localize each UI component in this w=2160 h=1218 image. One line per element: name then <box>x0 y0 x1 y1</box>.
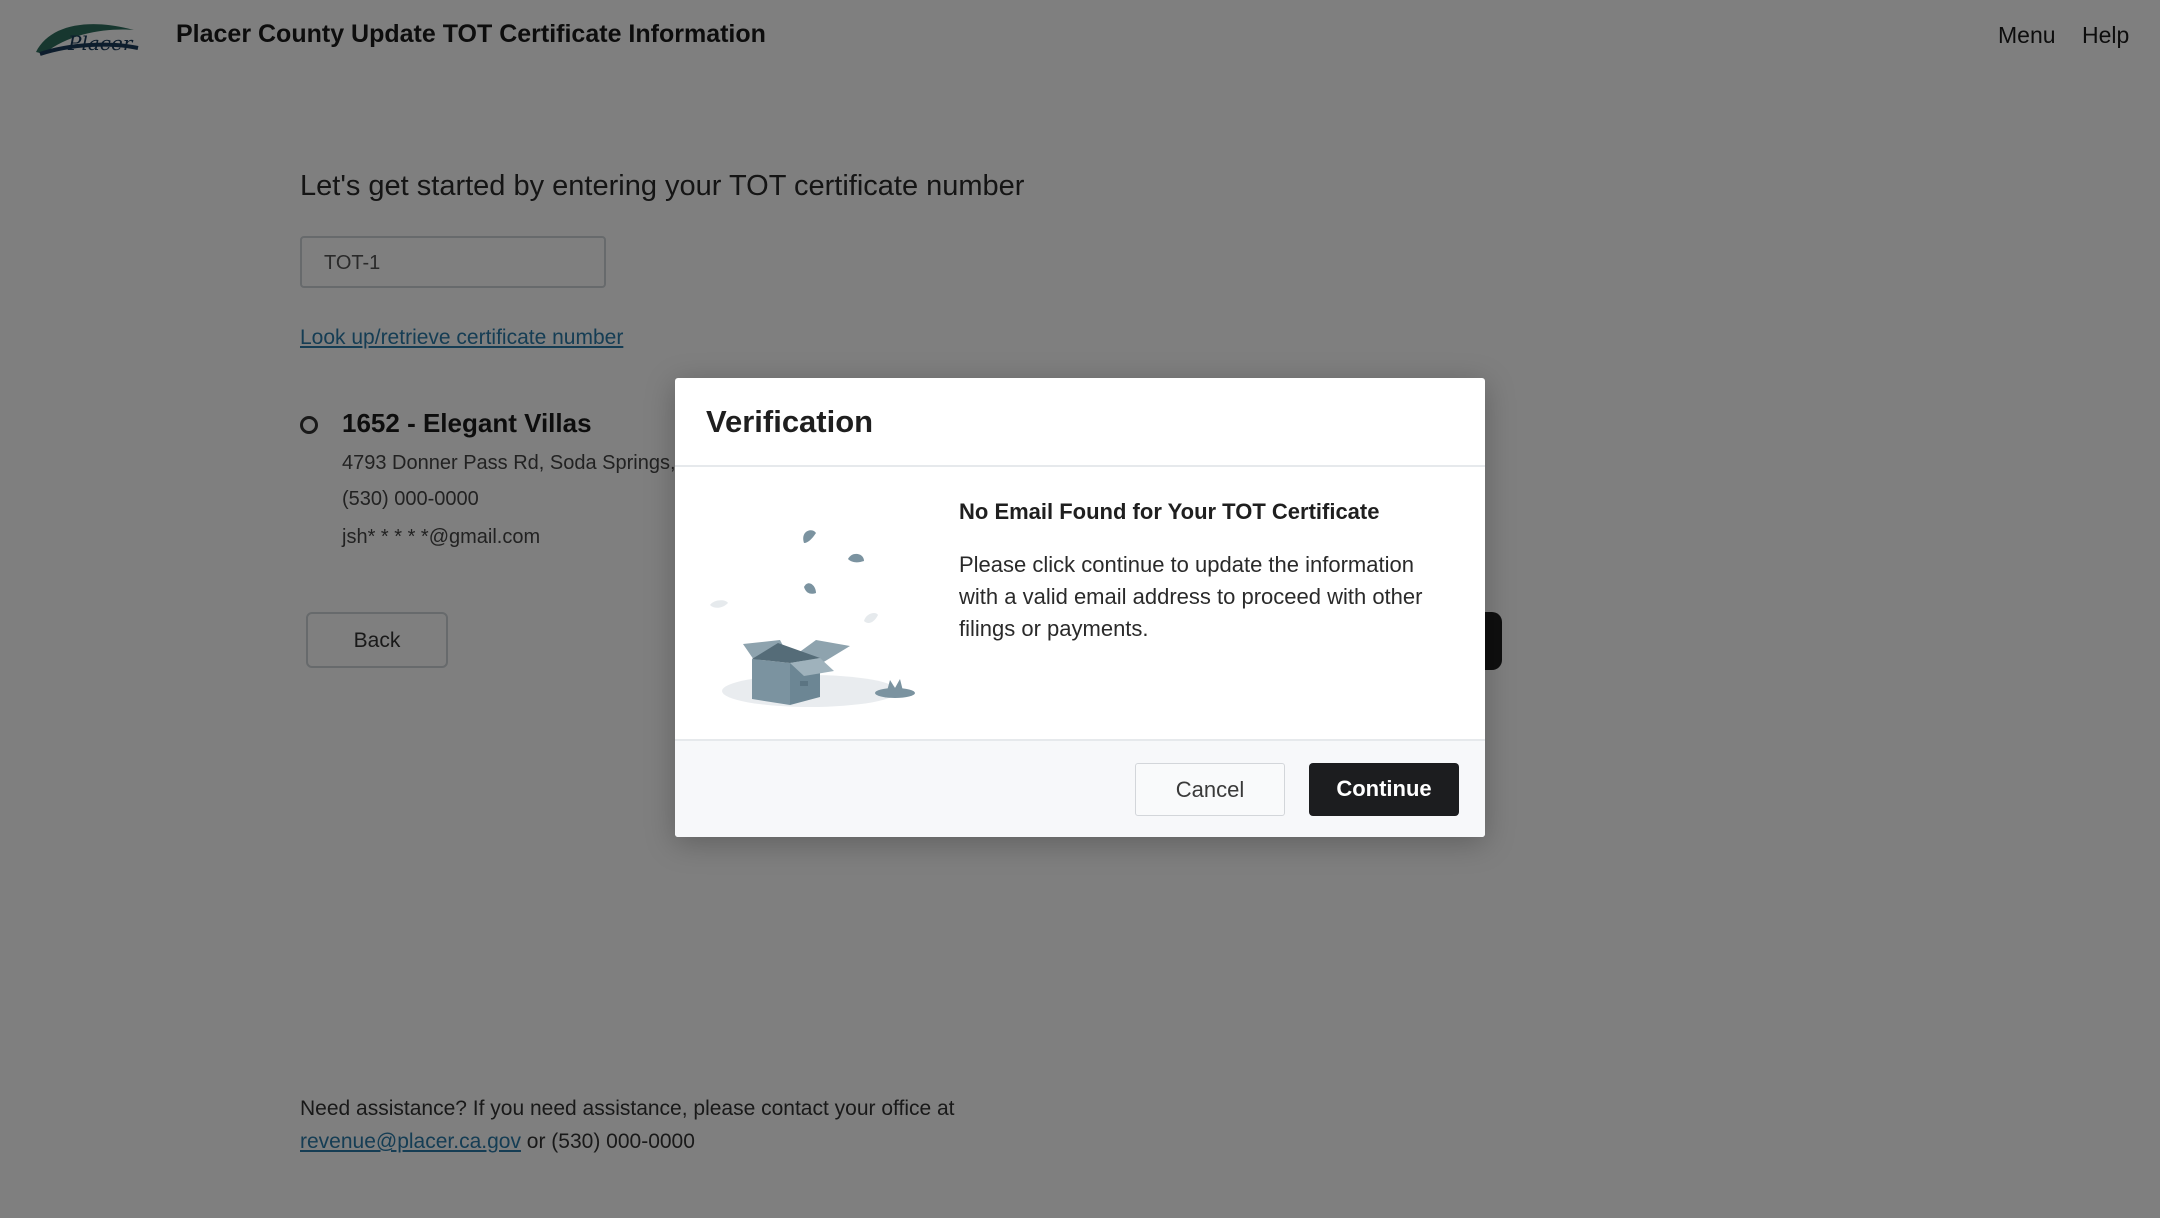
verification-dialog: Verification No Email Found for Your TOT… <box>675 378 1485 837</box>
open-box-icon <box>710 530 915 707</box>
continue-button-label: Continue <box>1336 776 1432 801</box>
message-body: Please click continue to update the info… <box>959 552 1423 641</box>
dialog-footer: Cancel Continue <box>675 739 1485 837</box>
cancel-button[interactable]: Cancel <box>1135 763 1285 816</box>
dialog-header: Verification <box>675 378 1485 467</box>
dialog-body: No Email Found for Your TOT Certificate … <box>675 467 1485 739</box>
dialog-title: Verification <box>706 404 874 439</box>
message-title: No Email Found for Your TOT Certificate <box>959 499 1380 524</box>
cancel-button-label: Cancel <box>1175 777 1245 802</box>
continue-button[interactable]: Continue <box>1309 763 1459 816</box>
